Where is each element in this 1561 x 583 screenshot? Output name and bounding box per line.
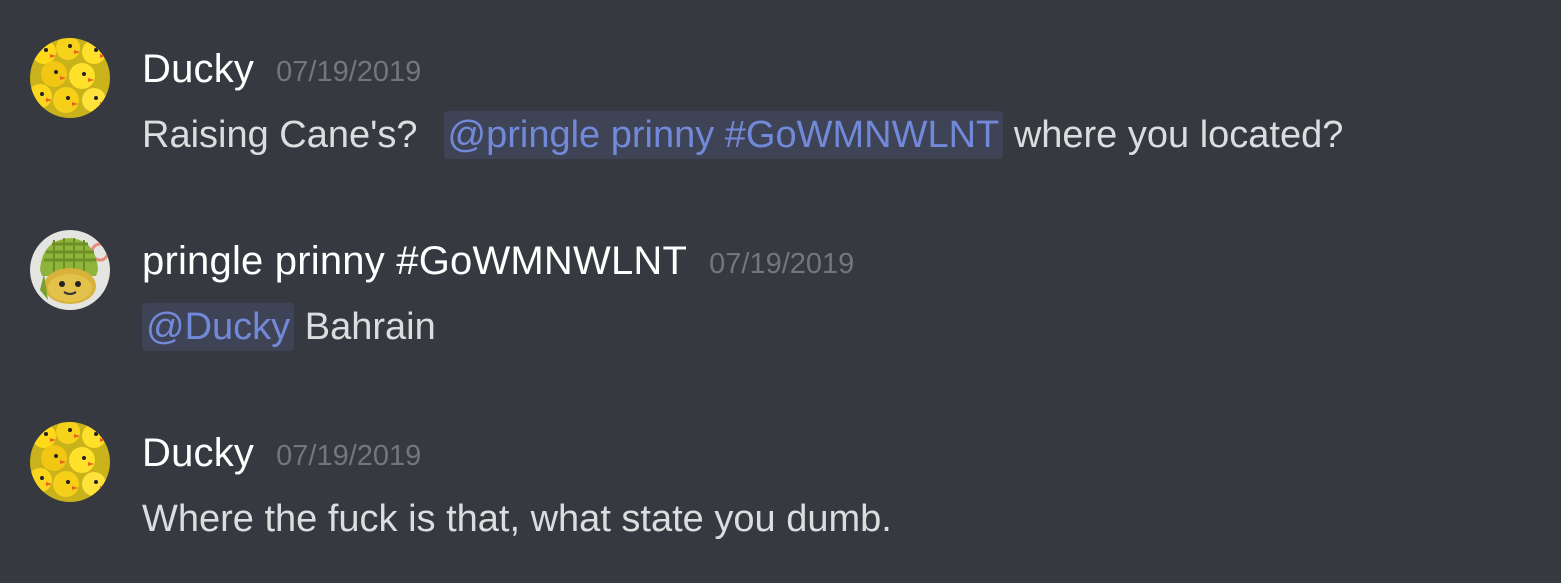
message-content: Raising Cane's? @pringle prinny #GoWMNWLN…: [142, 104, 1343, 166]
message-header: Ducky 07/19/2019: [142, 428, 421, 478]
green-helmet-avatar-icon[interactable]: [30, 230, 110, 310]
message-content: Where the fuck is that, what state you d…: [142, 488, 892, 550]
duck-pile-avatar-icon[interactable]: [30, 422, 110, 502]
message-content: @Ducky Bahrain: [142, 296, 436, 358]
username[interactable]: Ducky: [142, 47, 254, 91]
user-mention[interactable]: @Ducky: [142, 303, 295, 351]
username[interactable]: pringle prinny #GoWMNWLNT: [142, 239, 687, 283]
message-text: where you located?: [1013, 114, 1344, 156]
message-text: Bahrain: [304, 306, 436, 348]
message-text: Where the fuck is that, what state you d…: [142, 498, 892, 540]
user-mention[interactable]: @pringle prinny #GoWMNWLNT: [443, 111, 1004, 159]
timestamp: 07/19/2019: [709, 248, 855, 280]
duck-pile-avatar-icon[interactable]: [30, 38, 110, 118]
message-header: pringle prinny #GoWMNWLNT 07/19/2019: [142, 236, 854, 286]
timestamp: 07/19/2019: [276, 440, 422, 472]
message-text: Raising Cane's?: [142, 114, 418, 156]
username[interactable]: Ducky: [142, 431, 254, 475]
message-header: Ducky 07/19/2019: [142, 44, 421, 94]
timestamp: 07/19/2019: [276, 56, 422, 88]
chat-message-list: Ducky 07/19/2019 Raising Cane's? @pringle …: [0, 0, 1561, 583]
